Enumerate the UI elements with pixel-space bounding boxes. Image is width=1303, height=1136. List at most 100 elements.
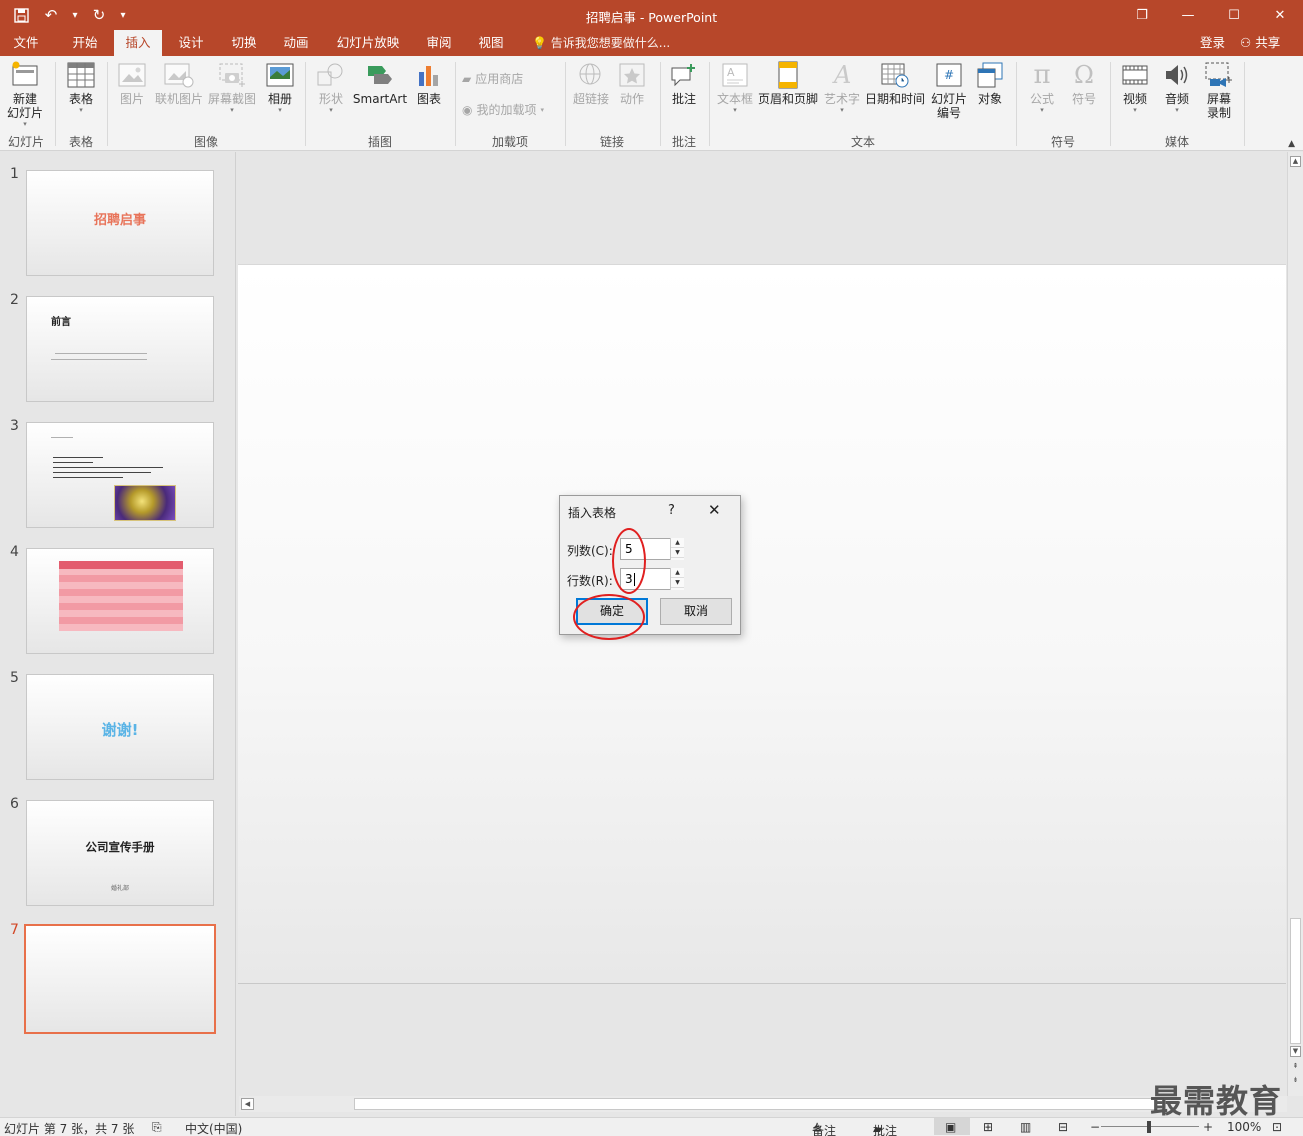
- smartart-button[interactable]: SmartArt: [352, 60, 408, 106]
- slide-number: 4: [10, 544, 19, 560]
- table-button[interactable]: 表格 ▾: [60, 60, 102, 115]
- slide-thumbnail-7[interactable]: [24, 924, 216, 1034]
- group-label-images: 图像: [193, 135, 218, 149]
- scrollbar-thumb[interactable]: [354, 1098, 1164, 1110]
- chevron-down-icon: ▾: [1040, 106, 1044, 114]
- tab-animations[interactable]: 动画: [273, 30, 319, 56]
- tab-insert[interactable]: 插入: [114, 30, 162, 56]
- my-addins-button[interactable]: ◉ 我的加载项 ▾: [462, 101, 544, 118]
- slide-thumbnail-4[interactable]: [26, 548, 214, 654]
- slide-thumbnail-1[interactable]: 招聘启事: [26, 170, 214, 276]
- vertical-scrollbar[interactable]: ▲ ▼ ⇞ ⇟: [1287, 152, 1303, 1096]
- scrollbar-thumb[interactable]: [1290, 918, 1301, 1044]
- group-label-slides: 幻灯片: [7, 135, 44, 149]
- svg-text:A: A: [832, 61, 851, 89]
- spin-up-icon[interactable]: ▲: [671, 568, 684, 578]
- online-picture-button[interactable]: 联机图片: [154, 60, 204, 106]
- tab-design[interactable]: 设计: [168, 30, 214, 56]
- zoom-level[interactable]: 100%: [1227, 1120, 1261, 1134]
- tab-slideshow[interactable]: 幻灯片放映: [330, 30, 406, 56]
- slide-thumbnail-2[interactable]: 前言: [26, 296, 214, 402]
- current-slide-canvas[interactable]: [238, 264, 1286, 984]
- spellcheck-icon[interactable]: ⎘: [152, 1120, 162, 1135]
- rows-spinner[interactable]: ▲ ▼: [670, 568, 684, 590]
- new-slide-button[interactable]: 新建 幻灯片 ▾: [2, 60, 48, 129]
- shapes-button[interactable]: 形状 ▾: [311, 60, 351, 115]
- text-line: [55, 353, 147, 354]
- symbol-button[interactable]: Ω 符号: [1064, 60, 1104, 106]
- maximize-icon[interactable]: ☐: [1211, 0, 1257, 30]
- screen-recording-button[interactable]: 屏幕 录制: [1200, 60, 1238, 120]
- slide-thumbnail-6[interactable]: 公司宣传手册 婚礼部: [26, 800, 214, 906]
- datetime-button[interactable]: 日期和时间: [864, 60, 926, 106]
- hyperlink-button[interactable]: 超链接: [570, 60, 612, 106]
- chevron-down-icon: ▾: [230, 106, 234, 114]
- spin-down-icon[interactable]: ▼: [671, 578, 684, 588]
- login-link[interactable]: 登录: [1200, 30, 1225, 56]
- wordart-button[interactable]: A 艺术字 ▾: [822, 60, 862, 115]
- scroll-left-icon[interactable]: ◀: [241, 1098, 254, 1110]
- reading-view-icon[interactable]: ▥: [1020, 1120, 1031, 1134]
- tab-transitions[interactable]: 切换: [221, 30, 267, 56]
- equation-button[interactable]: π 公式 ▾: [1022, 60, 1062, 115]
- action-button[interactable]: 动作: [614, 60, 650, 106]
- ribbon-tabs: 文件 开始 插入 设计 切换 动画 幻灯片放映 审阅 视图 💡 告诉我您想要做什…: [0, 30, 1303, 56]
- screenshot-icon: [217, 60, 247, 90]
- scroll-up-icon[interactable]: ▲: [1290, 156, 1301, 167]
- slide-number-button[interactable]: # 幻灯片 编号: [928, 60, 970, 120]
- close-icon[interactable]: ✕: [1257, 0, 1303, 30]
- previous-slide-icon[interactable]: ⇞: [1290, 1062, 1301, 1073]
- app-store-button[interactable]: ▰ 应用商店: [462, 70, 523, 87]
- slide-count-text: 幻灯片 第 7 张，共 7 张: [4, 1122, 135, 1136]
- slide-thumbnail-3[interactable]: [26, 422, 214, 528]
- fit-slide-icon[interactable]: ⊡: [1272, 1120, 1282, 1134]
- picture-button[interactable]: 图片: [113, 60, 151, 106]
- slide-thumbnail-5[interactable]: 谢谢!: [26, 674, 214, 780]
- video-button[interactable]: 视频 ▾: [1116, 60, 1154, 115]
- slide-title: 谢谢!: [101, 721, 139, 739]
- group-label-links: 链接: [599, 135, 624, 149]
- screen-recording-icon: [1204, 60, 1234, 90]
- tell-me-search[interactable]: 💡 告诉我您想要做什么...: [532, 30, 670, 56]
- zoom-out-icon[interactable]: −: [1090, 1120, 1100, 1134]
- comment-icon: [669, 60, 699, 90]
- screenshot-button[interactable]: 屏幕截图 ▾: [206, 60, 258, 115]
- ok-button[interactable]: 确定: [576, 598, 648, 625]
- zoom-slider-handle[interactable]: [1147, 1121, 1151, 1133]
- group-label-tables: 表格: [68, 135, 93, 149]
- globe-link-icon: [576, 60, 606, 90]
- cancel-button[interactable]: 取消: [660, 598, 732, 625]
- help-icon[interactable]: ?: [668, 503, 675, 518]
- chart-button[interactable]: 图表: [412, 60, 446, 106]
- slide-number: 5: [10, 670, 19, 686]
- header-footer-button[interactable]: 页眉和页脚: [756, 60, 820, 106]
- slideshow-icon[interactable]: ⊟: [1058, 1120, 1068, 1134]
- close-icon[interactable]: ✕: [708, 501, 721, 519]
- spin-up-icon[interactable]: ▲: [671, 538, 684, 548]
- group-label-illustrations: 插图: [367, 135, 392, 149]
- group-separator: [709, 62, 710, 146]
- language-text[interactable]: 中文(中国): [185, 1120, 242, 1136]
- spin-down-icon[interactable]: ▼: [671, 548, 684, 558]
- album-button[interactable]: 相册 ▾: [262, 60, 298, 115]
- columns-spinner[interactable]: ▲ ▼: [670, 538, 684, 560]
- minimize-icon[interactable]: —: [1165, 0, 1211, 30]
- slide-sorter-icon[interactable]: ⊞: [983, 1120, 993, 1134]
- textbox-button[interactable]: A 文本框 ▾: [714, 60, 756, 115]
- scroll-down-icon[interactable]: ▼: [1290, 1046, 1301, 1057]
- collapse-ribbon-icon[interactable]: ▲: [1288, 139, 1295, 149]
- tab-review[interactable]: 审阅: [416, 30, 462, 56]
- comment-button[interactable]: 批注: [666, 60, 702, 106]
- tab-home[interactable]: 开始: [60, 30, 110, 56]
- tab-file[interactable]: 文件: [0, 30, 52, 56]
- ribbon-display-options-icon[interactable]: ❐: [1119, 0, 1165, 30]
- object-button[interactable]: 对象: [972, 60, 1008, 106]
- group-separator: [455, 62, 456, 146]
- audio-button[interactable]: 音频 ▾: [1158, 60, 1196, 115]
- share-button[interactable]: ⚇ 共享: [1240, 30, 1280, 56]
- zoom-in-icon[interactable]: +: [1203, 1120, 1213, 1134]
- horizontal-scrollbar[interactable]: ◀: [239, 1096, 1287, 1112]
- store-icon: ▰: [462, 71, 472, 86]
- next-slide-icon[interactable]: ⇟: [1290, 1076, 1301, 1087]
- tab-view[interactable]: 视图: [468, 30, 514, 56]
